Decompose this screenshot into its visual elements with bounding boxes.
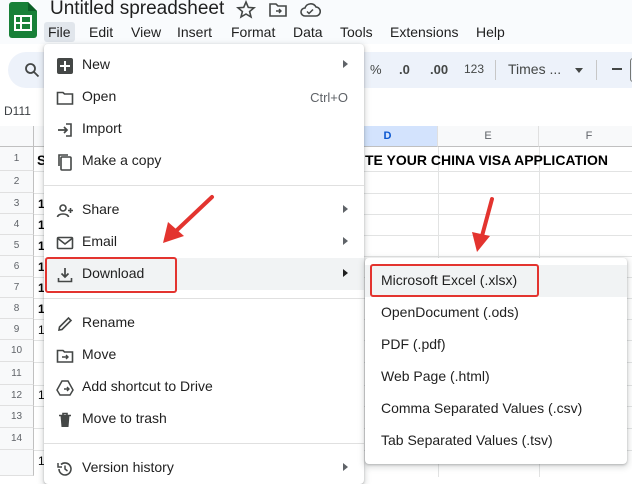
increase-decimal-button[interactable]: .00 [430, 62, 448, 77]
submenu-arrow-icon [343, 463, 348, 471]
copy-icon [58, 154, 72, 171]
menu-insert[interactable]: Insert [173, 22, 216, 42]
menu-item-label: Version history [82, 459, 174, 475]
download-option-ods[interactable]: OpenDocument (.ods) [365, 297, 627, 329]
font-family-select[interactable]: Times ... [508, 61, 561, 77]
folder-icon [56, 91, 74, 105]
download-option-label: Tab Separated Values (.tsv) [381, 432, 553, 448]
history-icon [57, 462, 72, 476]
menu-help[interactable]: Help [472, 22, 509, 42]
search-menus-icon[interactable] [24, 62, 40, 78]
decrease-font-size-icon[interactable] [612, 68, 622, 70]
menu-divider [44, 298, 364, 299]
cell-row1-title[interactable]: TE YOUR CHINA VISA APPLICATION [365, 152, 608, 168]
menu-data[interactable]: Data [289, 22, 327, 42]
menu-item-email[interactable]: Email [44, 226, 364, 258]
xlsx-highlight-box [370, 264, 539, 297]
row-header[interactable]: 10 [0, 340, 34, 362]
row-header[interactable]: 12 [0, 385, 34, 406]
menu-item-open[interactable]: Open Ctrl+O [44, 81, 364, 113]
cloud-saved-icon[interactable] [299, 0, 321, 20]
menu-item-label: Move to trash [82, 410, 167, 426]
menu-item-label: Make a copy [82, 152, 162, 168]
menu-format[interactable]: Format [227, 22, 279, 42]
download-option-pdf[interactable]: PDF (.pdf) [365, 329, 627, 361]
menu-item-add-shortcut[interactable]: Add shortcut to Drive [44, 371, 364, 403]
menu-item-import[interactable]: Import [44, 113, 364, 145]
download-option-label: PDF (.pdf) [381, 336, 446, 352]
menu-item-label: Add shortcut to Drive [82, 378, 213, 394]
menu-file[interactable]: File [44, 22, 75, 42]
row-header[interactable]: 5 [0, 235, 34, 256]
share-person-icon [56, 204, 73, 218]
download-option-csv[interactable]: Comma Separated Values (.csv) [365, 393, 627, 425]
menu-item-move[interactable]: Move [44, 339, 364, 371]
submenu-arrow-icon [343, 269, 348, 277]
download-option-tsv[interactable]: Tab Separated Values (.tsv) [365, 425, 627, 457]
move-folder-icon [56, 349, 74, 363]
row-header[interactable]: 14 [0, 428, 34, 450]
download-option-label: Web Page (.html) [381, 368, 490, 384]
import-icon [58, 123, 72, 137]
chevron-down-icon[interactable] [575, 68, 583, 73]
menu-item-move-to-trash[interactable]: Move to trash [44, 403, 364, 435]
new-sheet-icon [57, 58, 73, 74]
menu-item-label: New [82, 56, 111, 72]
menu-item-rename[interactable]: Rename [44, 307, 364, 339]
row-header[interactable]: 3 [0, 193, 34, 214]
row-header[interactable]: 11 [0, 362, 34, 385]
star-icon[interactable] [236, 0, 256, 20]
menu-divider [44, 443, 364, 444]
trash-icon [59, 412, 71, 427]
menu-item-label: Rename [82, 314, 135, 330]
number-format-button[interactable]: 123 [464, 62, 484, 76]
menu-view[interactable]: View [127, 22, 165, 42]
row-header[interactable]: 9 [0, 319, 34, 340]
document-title[interactable]: Untitled spreadsheet [50, 0, 224, 20]
menu-item-share[interactable]: Share [44, 194, 364, 226]
app-header: Untitled spreadsheet File Edit View Inse… [0, 0, 632, 44]
menu-divider [44, 185, 364, 186]
pencil-icon [58, 316, 73, 331]
menu-item-label: Email [82, 233, 118, 249]
sheets-logo-icon[interactable] [9, 2, 37, 38]
row-header[interactable]: 6 [0, 256, 34, 277]
decrease-decimal-button[interactable]: .0 [399, 62, 410, 77]
download-option-html[interactable]: Web Page (.html) [365, 361, 627, 393]
menu-item-label: Import [82, 120, 122, 136]
menu-item-label: Move [82, 346, 117, 362]
row-header[interactable]: 1 [0, 147, 34, 171]
menu-item-label: Open [82, 88, 117, 104]
row-header[interactable]: 2 [0, 171, 34, 193]
menu-extensions[interactable]: Extensions [386, 22, 462, 42]
menu-edit[interactable]: Edit [85, 22, 117, 42]
submenu-arrow-icon [343, 237, 348, 245]
menu-item-label: Share [82, 201, 120, 217]
row-header[interactable]: 8 [0, 298, 34, 319]
drive-shortcut-icon [56, 380, 74, 396]
name-box[interactable]: D111 [4, 104, 31, 118]
menu-item-new[interactable]: New [44, 49, 364, 81]
menu-tools[interactable]: Tools [336, 22, 377, 42]
download-highlight-box [45, 257, 177, 293]
email-icon [56, 236, 74, 250]
select-all-corner[interactable] [0, 126, 34, 147]
move-folder-icon[interactable] [268, 0, 288, 20]
column-header-f[interactable]: F [539, 126, 632, 147]
menu-item-make-a-copy[interactable]: Make a copy [44, 145, 364, 177]
toolbar-divider [495, 60, 496, 80]
download-option-label: Comma Separated Values (.csv) [381, 400, 583, 416]
row-header[interactable]: 7 [0, 277, 34, 298]
row-header[interactable]: 13 [0, 406, 34, 428]
submenu-arrow-icon [343, 205, 348, 213]
menu-item-version-history[interactable]: Version history [44, 452, 364, 484]
column-header-e[interactable]: E [438, 126, 539, 147]
shortcut-label: Ctrl+O [310, 90, 348, 105]
submenu-arrow-icon [343, 60, 348, 68]
format-percent-button[interactable]: % [370, 62, 382, 77]
download-option-label: OpenDocument (.ods) [381, 304, 519, 320]
toolbar-divider [596, 60, 597, 80]
row-header[interactable] [0, 450, 34, 476]
row-header[interactable]: 4 [0, 214, 34, 235]
